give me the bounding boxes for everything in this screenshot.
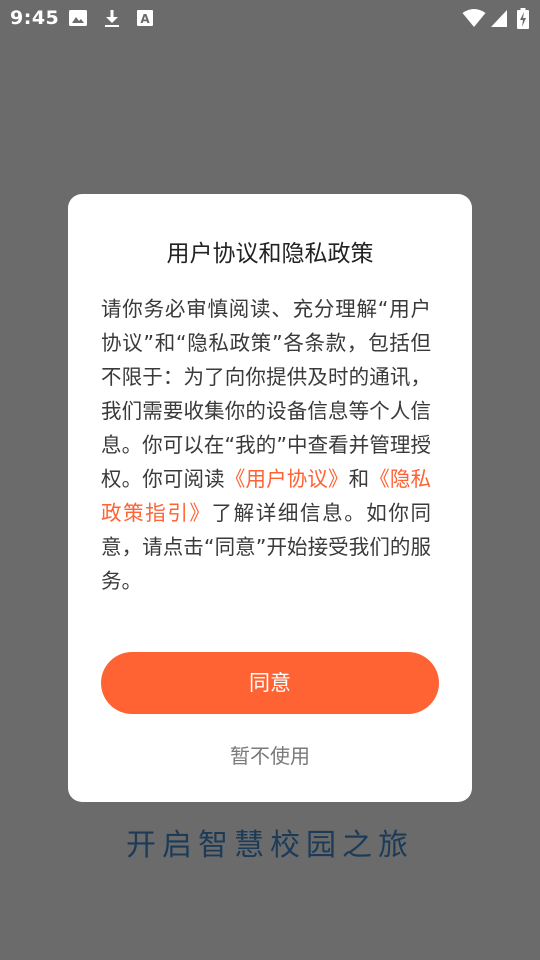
image-icon [69, 10, 87, 26]
signal-icon [491, 10, 507, 27]
status-time: 9:45 [10, 7, 60, 29]
slogan: 开启智慧校园之旅 [126, 828, 414, 863]
decline-button[interactable]: 暂不使用 [68, 740, 472, 769]
download-icon [105, 10, 119, 27]
keyboard-a-icon: A [137, 10, 153, 26]
svg-text:A: A [140, 12, 150, 26]
privacy-dialog: 用户协议和隐私政策 请你务必审慎阅读、充分理解“用户协议”和“隐私政策”各条款，… [68, 194, 472, 802]
body-text-part1: 请你务必审慎阅读、充分理解“用户协议”和“隐私政策”各条款，包括但不限于：为了向… [101, 297, 431, 491]
battery-charging-icon [517, 8, 529, 29]
dialog-title: 用户协议和隐私政策 [166, 241, 374, 267]
body-text-and: 和 [348, 467, 370, 491]
wifi-icon [462, 9, 486, 27]
user-agreement-link[interactable]: 《用户协议》 [225, 467, 349, 491]
status-bar: 9:45 A [0, 0, 540, 36]
dialog-body: 请你务必审慎阅读、充分理解“用户协议”和“隐私政策”各条款，包括但不限于：为了向… [101, 292, 431, 598]
agree-button[interactable]: 同意 [101, 652, 439, 714]
